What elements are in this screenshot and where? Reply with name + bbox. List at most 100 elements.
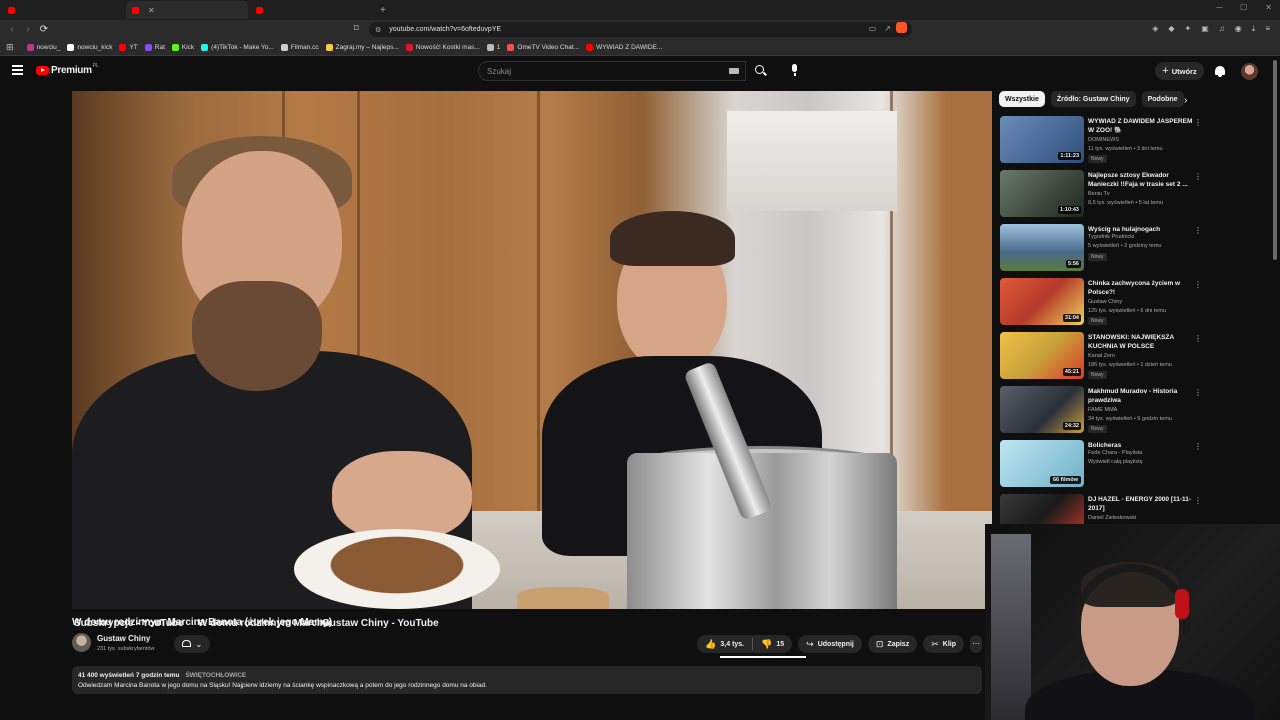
account-avatar[interactable] [1241,63,1258,80]
keyboard-icon[interactable] [729,68,739,74]
more-options-icon[interactable]: ⋮ [1194,496,1202,505]
voice-search-icon[interactable] [787,64,803,80]
forward-icon[interactable]: › [20,24,36,35]
hamburger-menu-icon[interactable] [12,65,23,77]
subscription-notifications-button[interactable]: ⌄ [174,635,210,653]
video-thumbnail[interactable]: 24:32 [1000,386,1084,433]
like-dislike-group: 👍 3,4 tys. 👎 15 [697,635,793,653]
page-scrollbar[interactable] [1273,60,1277,260]
new-badge: Nowy [1088,425,1107,433]
recommendation-item[interactable]: 24:32 Makhmud Muradov - Historia prawdzi… [999,386,1204,440]
more-options-icon[interactable]: ⋮ [1194,118,1202,127]
apps-grid-icon[interactable]: ⊞ [6,42,14,53]
new-badge: Nowy [1088,253,1107,261]
new-tab-button[interactable]: + [380,5,386,16]
more-options-icon[interactable]: ⋮ [1194,226,1202,235]
more-options-icon[interactable]: ⋮ [1194,442,1202,451]
address-bar[interactable]: ⚙ youtube.com/watch?v=6ofteduvpYE ▭ ↗ ☆ [369,22,912,37]
clip-button[interactable]: ✂ Klip [923,635,964,653]
more-options-icon[interactable]: ⋮ [1194,388,1202,397]
extension-icon[interactable]: ◆ [1168,24,1174,34]
menu-icon[interactable]: ≡ [1265,24,1270,34]
recommendation-title: Chinka zachwycona życiem w Polsce?! [1088,280,1181,296]
bookmark-item[interactable]: Nowość! Kostki mas... [405,43,480,51]
chevron-right-icon[interactable]: › [1184,95,1187,106]
recommendation-channel: FAME MMA [1088,407,1118,413]
wallet-icon[interactable]: ◉ [1235,24,1242,34]
more-options-icon[interactable]: ⋮ [1194,280,1202,289]
save-button[interactable]: ⊡ Zapisz [867,635,918,653]
minimize-icon[interactable]: ─ [1216,3,1222,12]
channel-avatar[interactable] [72,633,91,652]
browser-tab[interactable]: Gustaw Chiny - YouTube [250,1,439,629]
chip-related[interactable]: Podobne [1141,91,1184,107]
bookmark-item[interactable]: Zagraj.my – Najleps... [325,43,399,51]
recommendation-item[interactable]: 5:56 Wyścig na hulajnogach Tygodnik Prud… [999,224,1204,278]
shields-icon[interactable] [896,22,907,33]
back-icon[interactable]: ‹ [4,24,20,35]
bookmark-item[interactable]: (4)TikTok - Make Yo... [201,43,274,51]
video-thumbnail[interactable] [1000,494,1084,524]
close-window-icon[interactable]: ✕ [1265,3,1272,12]
video-thumbnail[interactable]: 5:56 [1000,224,1084,271]
close-tab-icon[interactable]: ✕ [148,6,155,15]
youtube-logo[interactable]: Premium PL [36,63,99,76]
playlist-thumbnail[interactable]: 66 filmów [1000,440,1084,487]
puzzle-icon[interactable]: ✦ [1185,24,1192,34]
channel-name[interactable]: Gustaw Chiny [97,634,150,643]
media-icon[interactable]: ♫ [1219,24,1225,34]
recommendation-stats[interactable]: Wyświetl całą playlistę [1088,459,1143,465]
search-input[interactable]: Szukaj [478,61,746,81]
playlist-item[interactable]: 66 filmów Bolicheras Fede Chara - Playli… [999,440,1204,494]
bookmarks-bar: ⊞ nowciu_ nowciu_kick YT Rat Kick (4)Tik… [0,39,1280,56]
video-thumbnail[interactable]: 1:11:23 [1000,116,1084,163]
create-button[interactable]: + Utwórz [1155,62,1204,80]
chip-from-channel[interactable]: Źródło: Gustaw Chiny [1050,91,1136,107]
recommendation-item[interactable]: 45:21 STANOWSKI: NAJWIĘKSZA KUCHNIA W PO… [999,332,1204,386]
more-options-icon[interactable]: ⋮ [1194,334,1202,343]
sidebar-icon[interactable]: ▣ [1201,24,1209,34]
bookmark-page-icon[interactable]: ⌑ [354,23,359,34]
maximize-icon[interactable]: ☐ [1240,3,1247,12]
description-box[interactable]: 41 400 wyświetleń 7 godzin temu ŚWIĘTOCH… [72,666,982,694]
video-thumbnail[interactable]: 1:10:43 [1000,170,1084,217]
url-text: youtube.com/watch?v=6ofteduvpYE [389,26,502,33]
bookmark-item[interactable]: nowciu_kick [67,43,112,51]
reload-icon[interactable]: ⟳ [36,24,52,35]
bookmark-item[interactable]: nowciu_ [26,43,60,51]
chip-all[interactable]: Wszystkie [999,91,1045,107]
more-actions-icon[interactable]: ⋯ [970,635,982,653]
video-thumbnail[interactable]: 31:04 [1000,278,1084,325]
extension-icon[interactable]: ◈ [1152,24,1158,34]
bookmark-item[interactable]: WYWIAD Z DAWIDE... [586,43,662,51]
dislike-button[interactable]: 👎 15 [753,639,792,650]
bookmark-item[interactable]: OmeTV Video Chat... [507,43,579,51]
recommendation-item[interactable]: 1:11:23 WYWIAD Z DAWIDEM JASPEREM W ZOO!… [999,116,1204,170]
site-info-icon[interactable]: ⚙ [375,26,381,34]
video-player[interactable] [72,91,992,609]
downloads-icon[interactable]: ⤓ [1252,24,1256,34]
recommendation-item[interactable]: 31:04 Chinka zachwycona życiem w Polsce?… [999,278,1204,332]
bookmark-item[interactable]: YT [119,43,138,51]
browser-tab-active[interactable]: W domu rodzinnym Marcina ✕ [126,1,331,629]
notifications-bell-icon[interactable] [1214,65,1226,78]
more-options-icon[interactable]: ⋮ [1194,172,1202,181]
bookmark-item[interactable]: Rat [144,43,165,51]
recommendation-item[interactable]: 1:10:43 Najlepsze sztosy Ekwador Maniecz… [999,170,1204,224]
globe-icon [486,43,494,51]
share-button[interactable]: ↪ Udostępnij [798,635,862,653]
location-tag[interactable]: ŚWIĘTOCHŁOWICE [185,672,246,679]
browser-tab[interactable]: Subskrypcje - YouTube [2,1,183,629]
bookmark-item[interactable]: Kick [171,43,194,51]
bookmark-item[interactable]: 1 [486,43,500,51]
bookmark-item[interactable]: Filman.cc [280,43,319,51]
cast-icon[interactable]: ▭ [869,24,877,33]
extensions-area: ◈ ◆ ✦ ▣ ♫ ◉ ⤓ ≡ [1152,24,1270,34]
like-button[interactable]: 👍 3,4 tys. [697,638,754,650]
zagraj-icon [325,43,333,51]
recommendation-item[interactable]: DJ HAZEL - ENERGY 2000 [11-11-2017] Dani… [999,494,1204,524]
tab-title: Gustaw Chiny - YouTube [322,618,439,629]
share-page-icon[interactable]: ↗ [884,24,891,33]
video-thumbnail[interactable]: 45:21 [1000,332,1084,379]
search-button[interactable] [746,61,776,81]
